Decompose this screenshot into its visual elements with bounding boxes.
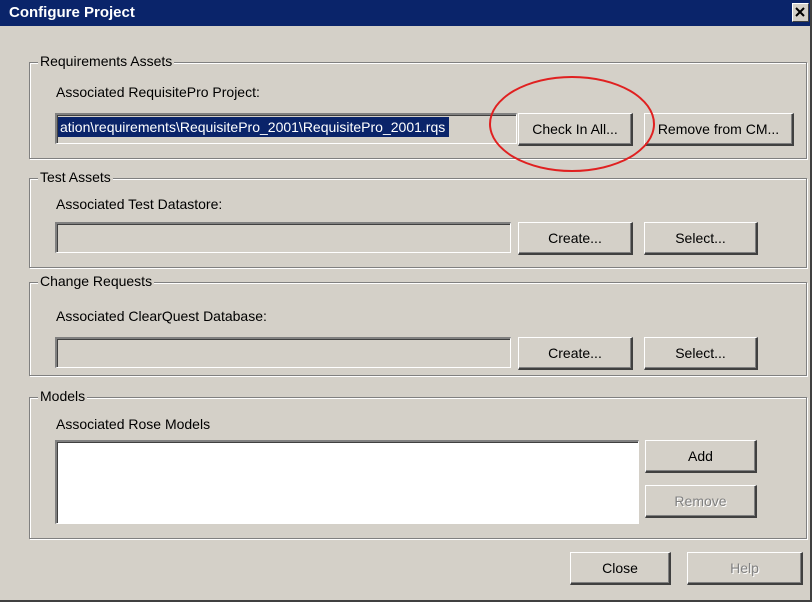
rose-models-list[interactable] [55, 440, 639, 524]
test-assets-legend: Test Assets [38, 169, 113, 185]
change-select-button[interactable]: Select... [644, 337, 758, 370]
close-icon [795, 7, 805, 17]
requisitepro-project-label: Associated RequisitePro Project: [56, 84, 260, 100]
close-window-button[interactable] [792, 3, 809, 22]
help-button[interactable]: Help [687, 552, 803, 585]
requirements-assets-legend: Requirements Assets [38, 53, 175, 69]
remove-from-cm-button[interactable]: Remove from CM... [644, 113, 794, 146]
models-legend: Models [38, 388, 88, 404]
clearquest-database-label: Associated ClearQuest Database: [56, 308, 267, 324]
clearquest-database-field[interactable] [55, 337, 511, 368]
configure-project-dialog: Configure Project Requirements Assets As… [0, 0, 812, 602]
dialog-title: Configure Project [9, 4, 135, 21]
test-datastore-label: Associated Test Datastore: [56, 196, 223, 212]
rose-models-label: Associated Rose Models [56, 416, 211, 432]
requisitepro-project-path: ation\requirements\RequisitePro_2001\Req… [58, 117, 450, 137]
requisitepro-project-field[interactable]: ation\requirements\RequisitePro_2001\Req… [55, 113, 517, 144]
test-select-button[interactable]: Select... [644, 222, 758, 255]
title-bar: Configure Project [0, 0, 810, 26]
remove-model-button[interactable]: Remove [645, 485, 757, 518]
highlight-circle [489, 76, 655, 172]
add-model-button[interactable]: Add [645, 440, 757, 473]
test-create-button[interactable]: Create... [518, 222, 633, 255]
close-button[interactable]: Close [570, 552, 671, 585]
change-create-button[interactable]: Create... [518, 337, 633, 370]
test-datastore-field[interactable] [55, 222, 511, 253]
change-requests-legend: Change Requests [38, 273, 155, 289]
